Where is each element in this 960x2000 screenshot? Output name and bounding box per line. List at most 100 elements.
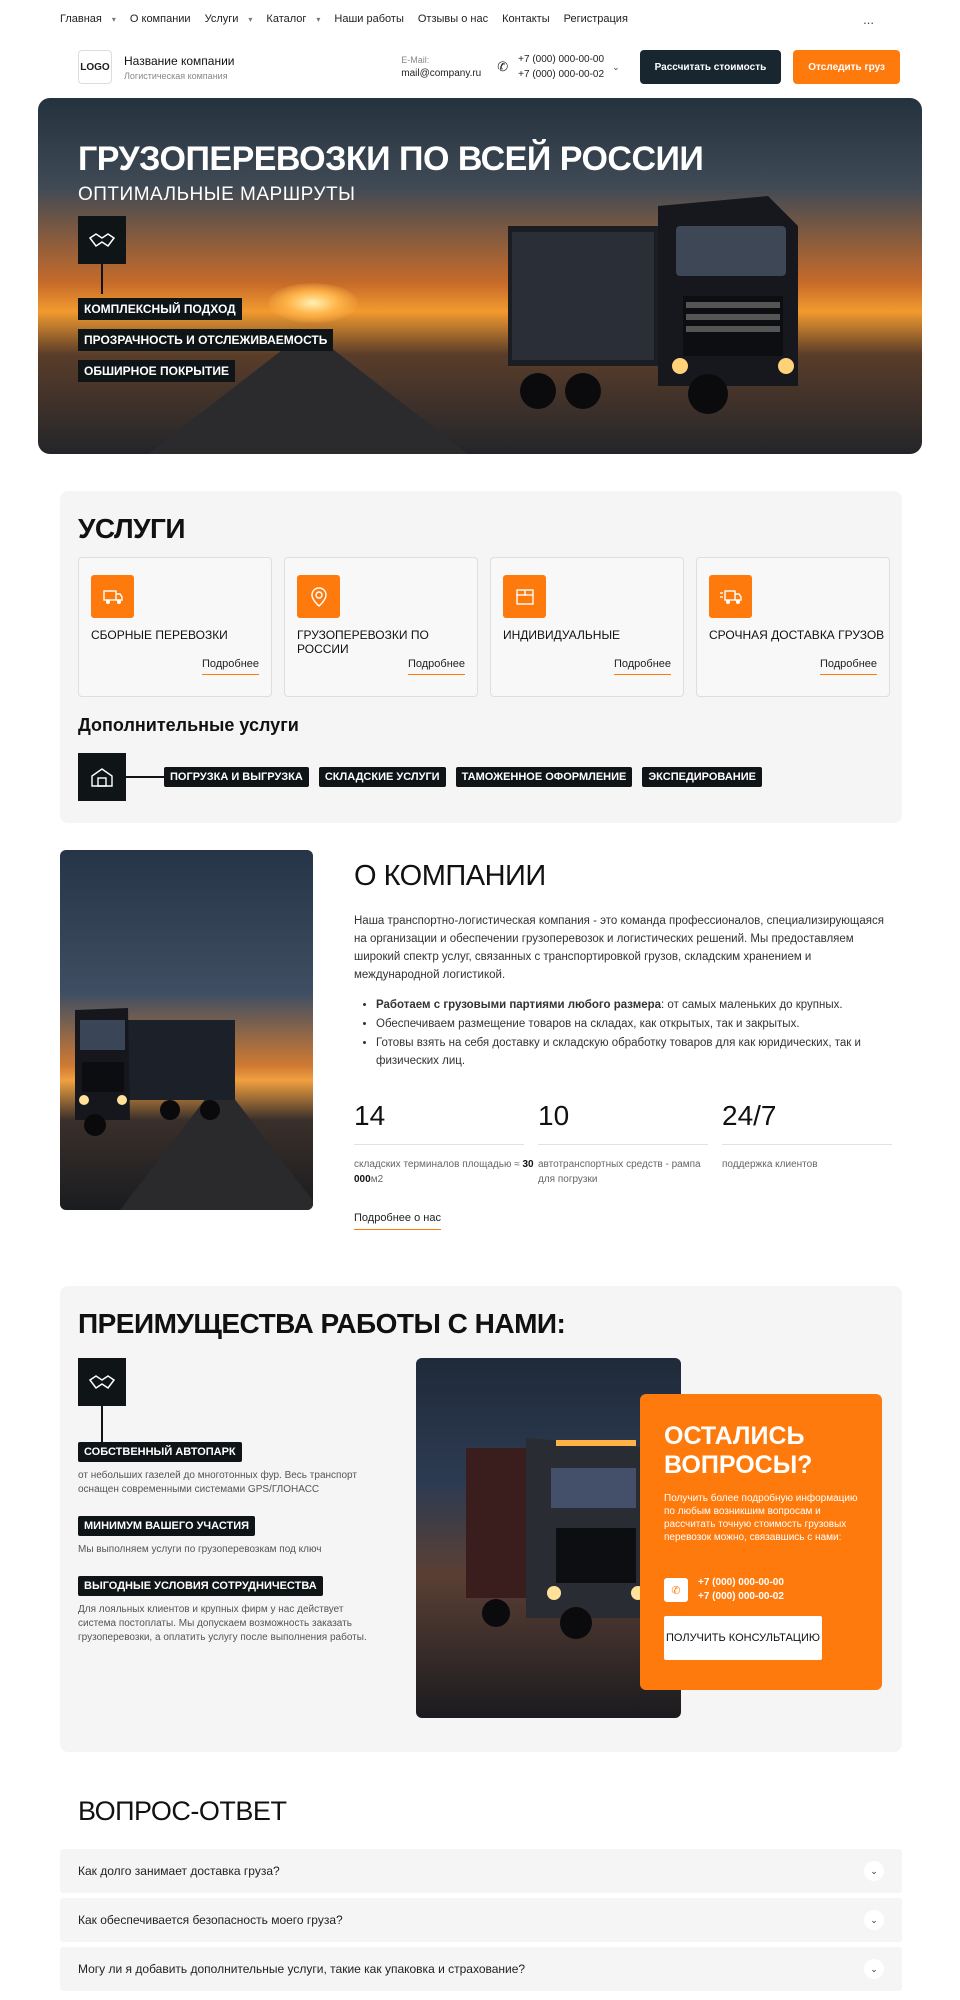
more-menu-button[interactable]: ... [863, 12, 874, 27]
connector-line [126, 776, 164, 778]
hero-tag: ОБШИРНОЕ ПОКРЫТИЕ [78, 360, 235, 382]
cta-phone-2[interactable]: +7 (000) 000-00-02 [698, 1590, 784, 1604]
service-card-title: ИНДИВИДУАЛЬНЫЕ [503, 628, 621, 642]
brand: Название компании Логистическая компания [124, 54, 234, 81]
service-card[interactable]: ИНДИВИДУАЛЬНЫЕ Подробнее [490, 557, 684, 697]
chevron-down-icon: ▾ [316, 14, 321, 24]
about-list-item: Работаем с грузовыми партиями любого раз… [376, 996, 896, 1014]
stat-label: складских терминалов площадью ≈ 30 000м2 [354, 1157, 536, 1187]
connector-line [101, 1406, 103, 1442]
map-pin-icon [297, 575, 340, 618]
cta-title: ОСТАЛИСЬ ВОПРОСЫ? [664, 1422, 812, 1480]
stat-label-unit: м2 [370, 1174, 384, 1185]
email-label: E-Mail: [401, 55, 430, 65]
additional-services-title: Дополнительные услуги [78, 715, 299, 735]
advantages-title: ПРЕИМУЩЕСТВА РАБОТЫ С НАМИ: [78, 1308, 566, 1339]
advantage-text: Мы выполняем услуги по грузоперевозкам п… [78, 1544, 322, 1555]
phone-1[interactable]: +7 (000) 000-00-00 [518, 52, 604, 67]
about-bullet-bold: Работаем с грузовыми партиями любого раз… [376, 999, 662, 1011]
stat-number: 24/7 [722, 1100, 892, 1145]
advantage-text: от небольших газелей до многотонных фур.… [78, 1470, 357, 1495]
truck-illustration [466, 1438, 646, 1639]
top-nav: Главная ▾ О компании Услуги ▾ Каталог ▾ Наш… [60, 0, 900, 38]
hero-title: ГРУЗОПЕРЕВОЗКИ ПО ВСЕЙ РОССИИ [78, 140, 704, 178]
phone-2[interactable]: +7 (000) 000-00-02 [518, 67, 604, 82]
nav-item-contacts[interactable]: Контакты [502, 13, 550, 25]
nav-item-register[interactable]: Регистрация [564, 13, 628, 25]
hero-tag: КОМПЛЕКСНЫЙ ПОДХОД [78, 298, 242, 320]
services-section: УСЛУГИ СБОРНЫЕ ПЕРЕВОЗКИ Подробнее ГРУЗО… [60, 491, 902, 823]
about-title: О КОМПАНИИ [354, 860, 546, 892]
service-more-link[interactable]: Подробнее [613, 658, 671, 675]
additional-services-list: ПОГРУЗКА И ВЫГРУЗКА СКЛАДСКИЕ УСЛУГИ ТАМ… [164, 767, 762, 787]
logo[interactable]: LOGO [78, 50, 112, 84]
nav-label: Контакты [502, 13, 550, 25]
questions-cta: ОСТАЛИСЬ ВОПРОСЫ? Получить более подробну… [640, 1394, 882, 1690]
additional-service-tag[interactable]: СКЛАДСКИЕ УСЛУГИ [318, 767, 446, 787]
sunset-glow [268, 283, 358, 323]
cta-title-line: ВОПРОСЫ? [664, 1451, 813, 1479]
nav-item-home[interactable]: Главная ▾ [60, 13, 116, 25]
nav-label: Наши работы [334, 13, 404, 25]
nav-item-works[interactable]: Наши работы [334, 13, 403, 25]
stats-row: 14 складских терминалов площадью ≈ 30 00… [354, 1100, 906, 1187]
track-cargo-button[interactable]: Отследить груз [793, 50, 900, 84]
about-bullet-rest: : от самых маленьких до крупных. [661, 999, 843, 1011]
stat-number: 14 [354, 1100, 524, 1145]
nav-item-about[interactable]: О компании [130, 13, 191, 25]
service-more-link[interactable]: Подробнее [201, 658, 259, 675]
faq-question: Как долго занимает доставка груза? [78, 1864, 280, 1878]
stat-item: 24/7 поддержка клиентов [722, 1100, 904, 1187]
service-card-title: СБОРНЫЕ ПЕРЕВОЗКИ [91, 628, 228, 642]
service-card[interactable]: СРОЧНАЯ ДОСТАВКА ГРУЗОВ Подробнее [696, 557, 890, 697]
additional-service-tag[interactable]: ЭКСПЕДИРОВАНИЕ [642, 767, 762, 787]
cta-phone-1[interactable]: +7 (000) 000-00-00 [698, 1576, 784, 1590]
handshake-icon [78, 1358, 126, 1406]
services-title: УСЛУГИ [78, 513, 186, 544]
nav-item-services[interactable]: Услуги ▾ [205, 13, 253, 25]
service-card-title: ГРУЗОПЕРЕВОЗКИ ПО РОССИИ [297, 628, 429, 656]
about-photo [60, 850, 313, 1210]
service-more-link[interactable]: Подробнее [407, 658, 465, 675]
service-more-link[interactable]: Подробнее [819, 658, 877, 675]
about-list: Работаем с грузовыми партиями любого раз… [376, 996, 896, 1071]
chevron-down-icon: ▾ [111, 14, 116, 24]
faq-title: ВОПРОС-ОТВЕТ [78, 1796, 287, 1826]
handshake-icon [78, 216, 126, 264]
hero-tag: ПРОЗРАЧНОСТЬ И ОТСЛЕЖИВАЕМОСТЬ [78, 329, 334, 351]
faq-question: Как обеспечивается безопасность моего гр… [78, 1913, 343, 1927]
email-link[interactable]: mail@company.ru [401, 67, 481, 80]
stat-label: поддержка клиентов [722, 1159, 818, 1170]
nav-label: Отзывы о нас [417, 13, 489, 25]
advantage-tag: ВЫГОДНЫЕ УСЛОВИЯ СОТРУДНИЧЕСТВА [78, 1576, 323, 1596]
phone-icon: ✆ [497, 59, 509, 74]
chevron-down-icon[interactable]: ⌄ [864, 1959, 884, 1979]
fast-truck-icon [709, 575, 752, 618]
nav-item-reviews[interactable]: Отзывы о нас [418, 13, 488, 25]
faq-item[interactable]: Как обеспечивается безопасность моего гр… [60, 1898, 902, 1942]
hero-subtitle: ОПТИМАЛЬНЫЕ МАРШРУТЫ [78, 184, 356, 205]
stat-item: 10 автотранспортных средств - рампа для … [538, 1100, 720, 1187]
chevron-down-icon[interactable]: ⌄ [864, 1861, 884, 1881]
faq-item[interactable]: Как долго занимает доставка груза? ⌄ [60, 1849, 902, 1893]
service-card[interactable]: СБОРНЫЕ ПЕРЕВОЗКИ Подробнее [78, 557, 272, 697]
additional-service-tag[interactable]: ПОГРУЗКА И ВЫГРУЗКА [164, 767, 309, 787]
calculate-cost-button[interactable]: Рассчитать стоимость [639, 50, 782, 84]
truck-illustration [508, 196, 798, 414]
about-more-link[interactable]: Подробнее о нас [354, 1212, 441, 1230]
chevron-down-icon[interactable]: ⌄ [612, 62, 620, 73]
stat-number: 10 [538, 1100, 708, 1145]
stat-label: автотранспортных средств - рампа для пог… [538, 1159, 701, 1185]
phone-icon: ✆ [664, 1578, 688, 1602]
nav-label: Услуги [204, 13, 239, 25]
nav-label: Каталог [266, 13, 307, 25]
chevron-down-icon[interactable]: ⌄ [864, 1910, 884, 1930]
nav-item-catalog[interactable]: Каталог ▾ [266, 13, 320, 25]
company-subtitle: Логистическая компания [124, 70, 228, 81]
service-card[interactable]: ГРУЗОПЕРЕВОЗКИ ПО РОССИИ Подробнее [284, 557, 478, 697]
additional-service-tag[interactable]: ТАМОЖЕННОЕ ОФОРМЛЕНИЕ [455, 767, 633, 787]
connector-line [101, 264, 103, 294]
nav-label: Главная [60, 13, 102, 25]
faq-item[interactable]: Могу ли я добавить дополнительные услуги… [60, 1947, 902, 1991]
get-consultation-button[interactable]: ПОЛУЧИТЬ КОНСУЛЬТАЦИЮ [664, 1616, 822, 1660]
